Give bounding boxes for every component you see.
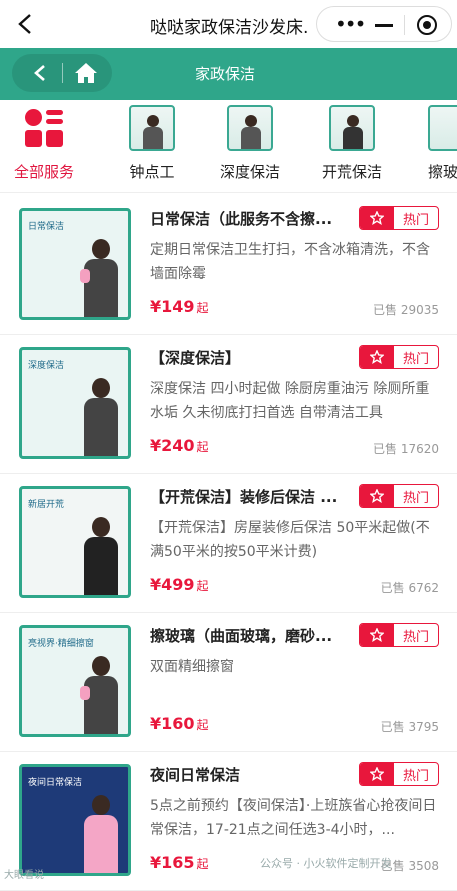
service-list: 日常保洁 日常保洁（此服务不含擦... 热门 定期日常保洁卫生打扫，不含冰箱清洗… — [0, 196, 457, 891]
service-description: 定期日常保洁卫生打扫，不含冰箱清洗，不含墙面除霉 — [150, 242, 430, 282]
nav-divider — [62, 63, 63, 83]
tab-label: 深度保洁 — [219, 163, 280, 181]
list-item[interactable]: 日常保洁 日常保洁（此服务不含擦... 热门 定期日常保洁卫生打扫，不含冰箱清洗… — [0, 196, 457, 335]
list-item[interactable]: 深度保洁 【深度保洁】 热门 深度保洁 四小时起做 除厨房重油污 除厕所重水垢 … — [0, 335, 457, 474]
hot-badge: 热门 — [359, 623, 439, 647]
hot-badge: 热门 — [359, 762, 439, 786]
list-item[interactable]: 亮视界·精细擦窗 擦玻璃（曲面玻璃，磨砂... 热门 双面精细擦窗 ¥160 起 … — [0, 613, 457, 752]
category-image — [329, 105, 375, 151]
page-title: 哒哒家政保洁沙发床... — [150, 18, 310, 38]
service-image: 亮视界·精细擦窗 — [19, 625, 131, 737]
divider — [0, 192, 457, 193]
star-icon — [370, 489, 384, 503]
nav-title: 家政保洁 — [195, 65, 256, 83]
more-icon[interactable]: ••• — [335, 14, 366, 34]
back-icon[interactable] — [14, 12, 38, 36]
tab-glass[interactable]: 擦玻 — [412, 105, 457, 182]
chevron-left-icon[interactable] — [32, 64, 48, 82]
nav-bar: 家政保洁 — [0, 48, 457, 100]
price: ¥240 起 — [150, 436, 209, 455]
list-item[interactable]: 新居开荒 【开荒保洁】装修后保洁 ... 热门 【开荒保洁】房屋装修后保洁 50… — [0, 474, 457, 613]
capsule-divider — [404, 15, 405, 35]
sold-count: 已售 29035 — [373, 303, 439, 317]
service-name: 夜间日常保洁 — [150, 766, 241, 784]
star-icon — [370, 350, 384, 364]
category-tabs: 全部服务 钟点工 深度保洁 开荒保洁 擦玻 — [0, 100, 457, 192]
tab-all-services[interactable]: 全部服务 — [4, 105, 84, 182]
service-image: 新居开荒 — [19, 486, 131, 598]
service-name: 【开荒保洁】装修后保洁 ... — [150, 488, 338, 506]
star-icon — [370, 628, 384, 642]
minimize-icon[interactable] — [375, 24, 393, 27]
sold-count: 已售 17620 — [373, 442, 439, 456]
service-image: 深度保洁 — [19, 347, 131, 459]
hot-badge: 热门 — [359, 345, 439, 369]
price: ¥165 起 — [150, 853, 209, 872]
star-icon — [370, 211, 384, 225]
mini-program-header: 哒哒家政保洁沙发床... ••• — [0, 0, 457, 48]
nav-pill — [12, 54, 112, 92]
close-record-icon[interactable] — [417, 15, 437, 35]
tab-hourly[interactable]: 钟点工 — [112, 105, 192, 182]
service-name: 日常保洁（此服务不含擦... — [150, 210, 333, 228]
tab-label: 擦玻 — [428, 163, 457, 181]
home-icon[interactable] — [74, 62, 98, 84]
service-description: 5点之前预约【夜间保洁】·上班族省心抢夜间日常保洁，17-21点之间任选3-4小… — [150, 798, 437, 838]
service-name: 擦玻璃（曲面玻璃，磨砂... — [150, 627, 333, 645]
watermark: 公众号 · 小火软件定制开发 — [260, 857, 392, 870]
tab-label: 全部服务 — [13, 163, 74, 181]
corner-watermark: 大眼看说 — [4, 870, 44, 881]
service-image: 日常保洁 — [19, 208, 131, 320]
tab-deep-cleaning[interactable]: 深度保洁 — [210, 105, 290, 182]
price: ¥149 起 — [150, 297, 209, 316]
tab-new-home[interactable]: 开荒保洁 — [312, 105, 392, 182]
hot-badge: 热门 — [359, 206, 439, 230]
price: ¥160 起 — [150, 714, 209, 733]
tab-label: 钟点工 — [129, 163, 175, 181]
category-image — [227, 105, 273, 151]
grid-icon — [21, 105, 67, 151]
service-image: 夜间日常保洁 — [19, 764, 131, 876]
capsule-menu: ••• — [316, 6, 452, 42]
category-image — [129, 105, 175, 151]
sold-count: 已售 3795 — [380, 720, 439, 734]
service-name: 【深度保洁】 — [150, 349, 241, 367]
service-description: 双面精细擦窗 — [150, 659, 234, 675]
star-icon — [370, 767, 384, 781]
service-description: 【开荒保洁】房屋装修后保洁 50平米起做(不满50平米的按50平米计费) — [150, 520, 430, 560]
sold-count: 已售 6762 — [380, 581, 439, 595]
service-description: 深度保洁 四小时起做 除厨房重油污 除厕所重水垢 久未彻底打扫首选 自带清洁工具 — [150, 381, 430, 421]
tab-label: 开荒保洁 — [321, 163, 382, 181]
hot-badge: 热门 — [359, 484, 439, 508]
price: ¥499 起 — [150, 575, 209, 594]
category-image — [428, 105, 457, 151]
